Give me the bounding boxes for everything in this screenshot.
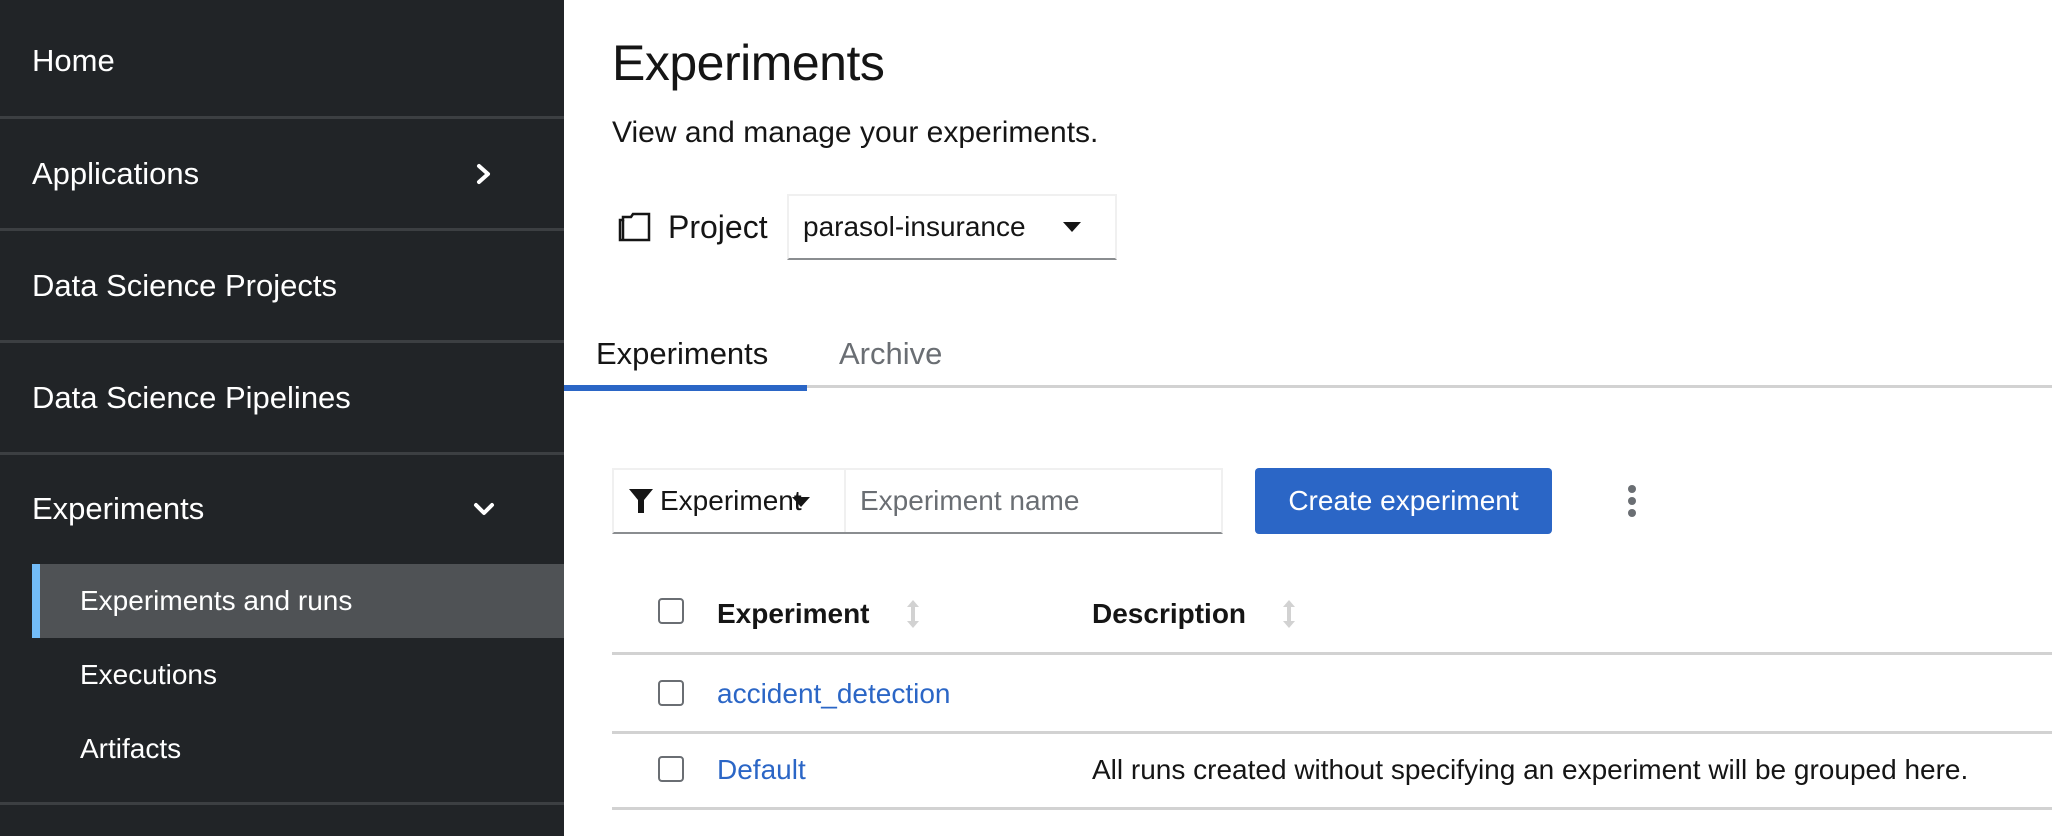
sidebar-item-label: Data Science Projects [32,268,337,303]
sidebar-item-applications[interactable]: Applications [0,118,564,230]
sidebar: Home Applications Data Science Projects … [0,0,564,836]
kebab-dot [1628,497,1636,505]
tab-label: Archive [839,336,943,371]
kebab-icon[interactable] [1622,481,1642,521]
column-header-description[interactable]: Description [1092,598,1296,630]
experiment-name-link[interactable]: accident_detection [717,678,951,710]
tab-experiments[interactable]: Experiments [564,320,807,391]
sidebar-item-data-science-pipelines[interactable]: Data Science Pipelines [0,342,564,454]
filter-icon [628,487,654,515]
sidebar-item-home[interactable]: Home [0,5,564,117]
main-content: Experiments View and manage your experim… [564,0,2052,836]
sidebar-item-data-science-projects[interactable]: Data Science Projects [0,230,564,342]
sidebar-item-label: Home [32,43,115,78]
create-experiment-button[interactable]: Create experiment [1255,468,1552,534]
sidebar-subitem-label: Experiments and runs [80,585,353,616]
experiment-name-link[interactable]: Default [717,754,806,786]
tabs: Experiments Archive [564,320,2052,391]
sidebar-subitem-experiments-and-runs[interactable]: Experiments and runs [32,564,564,638]
sidebar-subitem-label: Artifacts [80,733,182,764]
filter-attribute-dropdown[interactable]: Experiment [614,470,846,532]
project-label: Project [668,208,768,245]
column-header-label: Description [1092,598,1247,629]
table-row: accident_detection [612,658,2052,734]
caret-down-icon [792,497,810,507]
tab-label: Experiments [596,336,769,371]
sidebar-subitem-executions[interactable]: Executions [32,638,564,712]
table-row: Default All runs created without specify… [612,734,2052,810]
sidebar-subitem-label: Executions [80,659,217,690]
sidebar-item-experiments[interactable]: Experiments [0,454,564,564]
column-header-label: Experiment [717,598,870,629]
kebab-dot [1628,485,1636,493]
chevron-down-icon [470,495,498,523]
sidebar-divider [0,802,564,805]
folder-icon [618,212,652,242]
experiment-name-search-input[interactable] [846,470,1221,532]
column-header-experiment[interactable]: Experiment [717,598,920,630]
sort-icon [906,598,920,630]
row-checkbox[interactable] [658,680,684,706]
filter-attribute-label: Experiment [660,485,802,516]
select-all-checkbox[interactable] [658,598,684,624]
page-subtitle: View and manage your experiments. [612,116,1099,149]
project-dropdown-value: parasol-insurance [803,211,1026,242]
project-selector-row: Project parasol-insurance [618,194,1117,260]
filter-group: Experiment [612,468,1223,534]
sort-icon [1282,598,1296,630]
tab-archive[interactable]: Archive [839,320,942,388]
chevron-right-icon [470,160,498,188]
project-dropdown[interactable]: parasol-insurance [787,194,1117,260]
caret-down-icon [1063,222,1081,232]
kebab-dot [1628,509,1636,517]
experiment-description: All runs created without specifying an e… [1092,754,1969,785]
page-title: Experiments [612,35,885,91]
table-header-row: Experiment Description [612,580,2052,655]
sidebar-subitem-artifacts[interactable]: Artifacts [32,712,564,786]
row-checkbox[interactable] [658,756,684,782]
sidebar-item-label: Data Science Pipelines [32,380,351,415]
